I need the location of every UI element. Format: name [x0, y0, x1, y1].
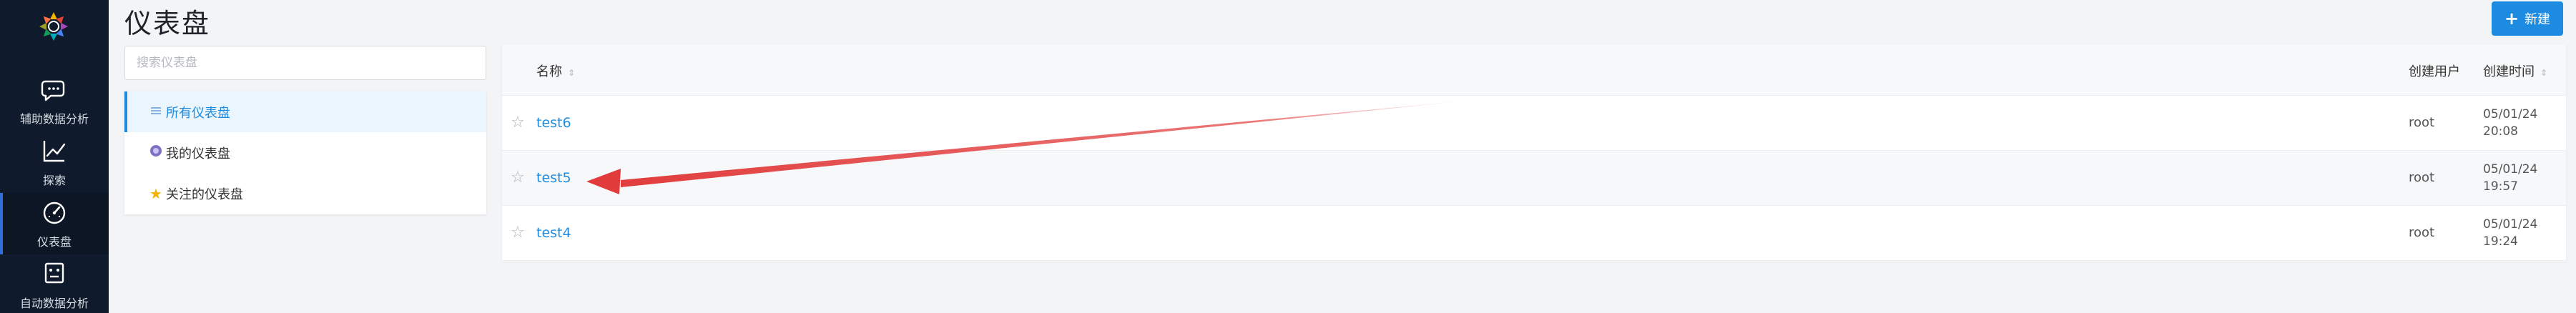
- nav-item-explore[interactable]: 探索: [0, 131, 109, 193]
- creator-cell: root: [2409, 225, 2435, 240]
- robot-icon: [44, 262, 64, 284]
- dashboard-name-link[interactable]: test5: [536, 170, 571, 186]
- table-row: ☆ test5 root 05/01/24 19:57: [502, 151, 2566, 206]
- list-icon: [149, 104, 163, 119]
- app-root: 辅助数据分析 探索 仪表盘 自动数据分析 仪表盘 + 新建 搜索仪表盘 所有仪表…: [0, 0, 2576, 313]
- page-title: 仪表盘: [124, 8, 211, 39]
- search-input[interactable]: [124, 46, 486, 80]
- favorite-star-icon[interactable]: ☆: [511, 114, 525, 131]
- column-header-creator: 创建用户: [2409, 64, 2460, 79]
- chat-bubble-icon: [41, 80, 65, 101]
- dashboard-table: 名称 ⇕ 创建用户 创建时间 ⇕ ☆ test6 root 05/01/24 20:…: [502, 44, 2566, 262]
- nav-item-dashboard[interactable]: 仪表盘: [0, 193, 109, 254]
- nav-item-auto-analysis[interactable]: 自动数据分析: [0, 254, 109, 313]
- star-icon: ★: [149, 184, 162, 202]
- table-row: ☆ test4 root 05/01/24 19:24: [502, 206, 2566, 261]
- filter-all-dashboards[interactable]: 所有仪表盘: [124, 91, 486, 132]
- filter-label: 所有仪表盘: [166, 105, 230, 121]
- nav-item-assisted-analysis[interactable]: 辅助数据分析: [0, 70, 109, 131]
- table-row: ☆ test6 root 05/01/24 20:08: [502, 96, 2566, 151]
- dashboard-name-link[interactable]: test4: [536, 225, 571, 241]
- created-at-cell: 05/01/24 20:08: [2483, 107, 2538, 139]
- filter-label: 关注的仪表盘: [166, 187, 243, 202]
- nav-item-label: 探索: [42, 174, 66, 187]
- created-at-cell: 05/01/24 19:24: [2483, 217, 2538, 249]
- creator-cell: root: [2409, 170, 2435, 185]
- created-at-cell: 05/01/24 19:57: [2483, 162, 2538, 194]
- nav-item-label: 自动数据分析: [19, 297, 89, 310]
- avatar-icon: [149, 144, 163, 161]
- favorite-star-icon[interactable]: ☆: [511, 169, 525, 187]
- column-header-created-at[interactable]: 创建时间 ⇕: [2483, 61, 2547, 80]
- dashboard-name-link[interactable]: test6: [536, 115, 571, 131]
- left-nav-rail: 辅助数据分析 探索 仪表盘 自动数据分析: [0, 0, 109, 313]
- filter-list: 所有仪表盘 我的仪表盘 ★ 关注的仪表盘: [124, 91, 486, 214]
- table-header: 名称 ⇕ 创建用户 创建时间 ⇕: [502, 44, 2566, 96]
- sort-icon: ⇕: [2540, 68, 2548, 78]
- plus-icon: +: [2504, 9, 2520, 29]
- new-dashboard-button[interactable]: + 新建: [2492, 1, 2563, 36]
- sort-icon: ⇕: [568, 68, 576, 78]
- favorite-star-icon[interactable]: ☆: [511, 224, 525, 242]
- nav-item-label: 仪表盘: [36, 235, 72, 249]
- new-button-label: 新建: [2525, 12, 2551, 27]
- creator-cell: root: [2409, 115, 2435, 130]
- app-logo-icon[interactable]: [36, 9, 72, 44]
- column-header-name[interactable]: 名称 ⇕: [536, 61, 575, 80]
- filter-label: 我的仪表盘: [166, 146, 230, 162]
- filter-my-dashboards[interactable]: 我的仪表盘: [124, 132, 486, 173]
- line-chart-icon: [43, 141, 66, 162]
- filter-followed-dashboards[interactable]: ★ 关注的仪表盘: [124, 173, 486, 214]
- gauge-icon: [43, 202, 66, 224]
- nav-item-label: 辅助数据分析: [19, 112, 89, 126]
